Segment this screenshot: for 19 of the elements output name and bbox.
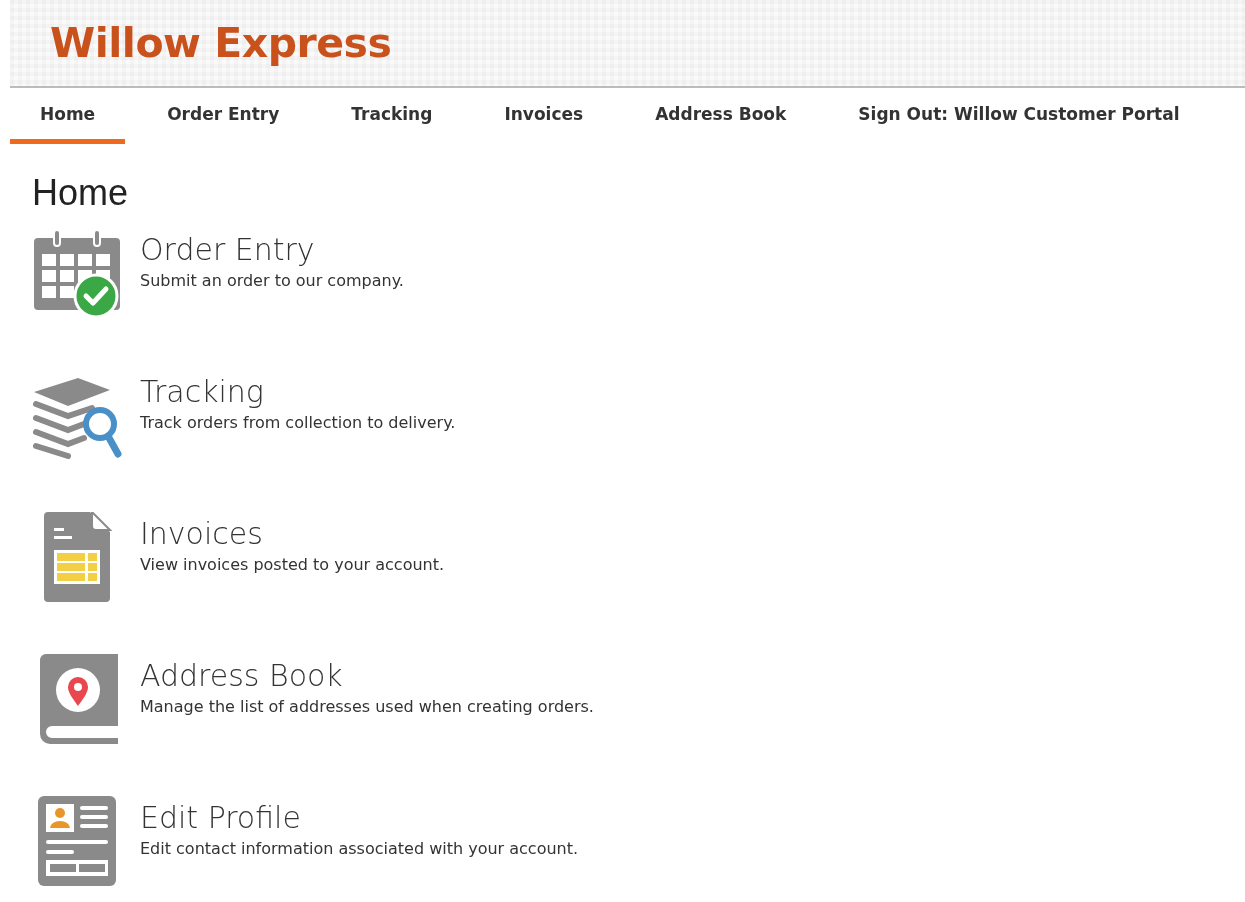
nav-tab[interactable]: Home (10, 88, 126, 144)
page-title: Home (32, 172, 130, 214)
item-link[interactable]: Tracking (140, 374, 456, 409)
nav-tab[interactable]: Tracking (321, 88, 463, 144)
item-description: Track orders from collection to delivery. (140, 413, 456, 432)
brand-logo[interactable]: Willow Express (50, 19, 392, 67)
nav-tab[interactable]: Sign Out: Willow Customer Portal (828, 88, 1210, 144)
calendar-check-icon (32, 228, 122, 318)
nav-tab[interactable]: Invoices (474, 88, 614, 144)
item-description: Edit contact information associated with your account. (140, 839, 579, 858)
nav-tab[interactable]: Address Book (625, 88, 817, 144)
item-link[interactable]: Edit Profile (140, 800, 579, 835)
item-link[interactable]: Address Book (140, 658, 594, 693)
nav-tab[interactable]: Order Entry (137, 88, 310, 144)
item-description: Manage the list of addresses used when creating orders. (140, 697, 594, 716)
item-description: Submit an order to our company. (140, 271, 404, 290)
item-description: View invoices posted to your account. (140, 555, 445, 574)
item-link[interactable]: Order Entry (140, 232, 404, 267)
item-link[interactable]: Invoices (140, 516, 445, 551)
